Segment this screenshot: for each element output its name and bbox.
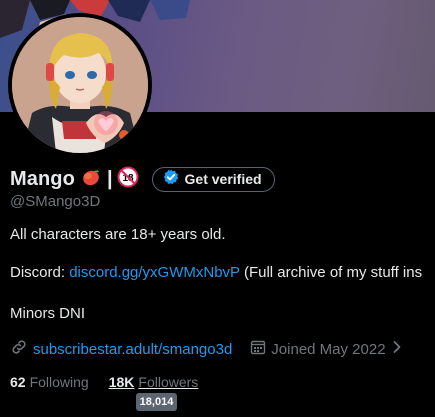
followers-stat[interactable]: 18K Followers: [109, 374, 199, 390]
display-name: Mango: [10, 167, 75, 190]
following-label: Following: [29, 374, 89, 390]
avatar[interactable]: [8, 13, 152, 157]
get-verified-label: Get verified: [184, 171, 262, 187]
verified-check-icon: [163, 169, 179, 190]
followers-label: Followers: [138, 374, 199, 390]
no-under-18-icon: 18: [117, 166, 139, 193]
name-row: Mango | 18 Get verified: [10, 166, 275, 192]
link-icon: [10, 338, 28, 361]
mango-icon: [81, 167, 101, 192]
bio-line-discord: Discord: discord.gg/yxGWMxNbvP (Full arc…: [10, 264, 422, 281]
discord-suffix: (Full archive of my stuff ins: [239, 264, 423, 281]
bio-line-minors: Minors DNI: [10, 305, 86, 322]
avatar-image: [12, 17, 148, 153]
followers-tooltip: 18,014: [136, 393, 177, 411]
profile-header: Mango | 18 Get verified @SMango3D All ch…: [0, 0, 435, 417]
bio-line-age: All characters are 18+ years old.: [10, 226, 226, 243]
joined-label: Joined May 2022: [271, 340, 386, 358]
following-stat[interactable]: 62 Following: [10, 374, 89, 390]
get-verified-button[interactable]: Get verified: [151, 166, 275, 192]
chevron-right-icon[interactable]: [392, 340, 402, 358]
follow-stats: 62 Following 18K Followers: [10, 372, 198, 392]
discord-prefix: Discord:: [10, 264, 70, 281]
user-handle: @SMango3D: [10, 193, 101, 210]
followers-count: 18K: [108, 374, 135, 390]
discord-link[interactable]: discord.gg/yxGWMxNbvP: [69, 264, 240, 281]
following-count: 62: [10, 374, 26, 390]
joined-date: Joined May 2022: [250, 339, 401, 359]
profile-meta: subscribestar.adult/smango3d Joined May …: [10, 339, 402, 359]
name-separator: |: [106, 167, 113, 190]
website-link[interactable]: subscribestar.adult/smango3d: [33, 341, 232, 358]
calendar-icon: [250, 339, 266, 359]
